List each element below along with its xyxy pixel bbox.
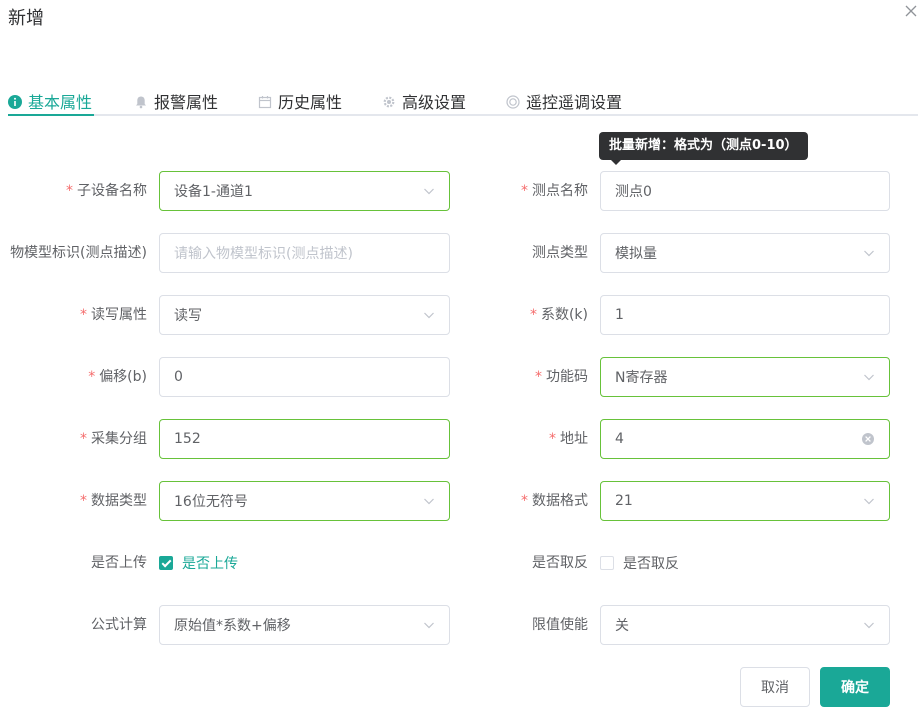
point-type-label: 测点类型 xyxy=(532,245,588,261)
gear-icon xyxy=(382,94,396,108)
data-format-select[interactable]: 21 xyxy=(600,481,890,521)
tab-advanced-settings[interactable]: 高级设置 xyxy=(382,86,466,116)
chevron-down-icon xyxy=(864,250,874,257)
info-icon xyxy=(8,94,22,109)
tab-alarm-attributes[interactable]: 报警属性 xyxy=(134,86,218,116)
batch-add-tooltip: 批量新增：格式为（测点0-10） xyxy=(599,132,808,165)
checkbox-checked-icon[interactable] xyxy=(159,556,173,570)
tab-label: 报警属性 xyxy=(154,93,219,112)
collect-group-input[interactable]: 152 xyxy=(159,419,450,459)
calendar-icon xyxy=(258,94,272,109)
tab-bar: 基本属性 报警属性 历史属性 高级设置 遥控遥调设置 xyxy=(8,86,918,116)
data-format-label: * 数据格式 xyxy=(521,493,588,509)
formula-select[interactable]: 原始值*系数+偏移 xyxy=(159,605,450,645)
confirm-button[interactable]: 确定 xyxy=(820,667,890,707)
chevron-down-icon xyxy=(864,622,874,629)
remote-icon xyxy=(506,94,520,109)
upload-label: 是否上传 xyxy=(91,555,147,571)
point-name-label: * 测点名称 xyxy=(521,183,588,199)
form-row: 是否上传 是否上传 是否取反 是否取反 xyxy=(0,543,922,583)
form-row: 物模型标识(测点描述) 请输入物模型标识(测点描述) 测点类型 模拟量 xyxy=(0,233,922,273)
form-row: * 偏移(b) 0 * 功能码 N寄存器 xyxy=(0,357,922,397)
upload-checkbox[interactable]: 是否上传 xyxy=(159,543,238,583)
invert-checkbox[interactable]: 是否取反 xyxy=(600,543,679,583)
sub-device-name-select[interactable]: 设备1-通道1 xyxy=(159,171,450,211)
model-id-input[interactable]: 请输入物模型标识(测点描述) xyxy=(159,233,450,273)
chevron-down-icon xyxy=(424,498,434,505)
offset-label: * 偏移(b) xyxy=(88,369,147,385)
chevron-down-icon xyxy=(424,188,434,195)
clear-icon[interactable] xyxy=(861,432,875,446)
offset-input[interactable]: 0 xyxy=(159,357,450,397)
chevron-down-icon xyxy=(424,312,434,319)
form-row: 公式计算 原始值*系数+偏移 限值使能 关 xyxy=(0,605,922,645)
function-code-label: * 功能码 xyxy=(535,369,588,385)
point-type-select[interactable]: 模拟量 xyxy=(600,233,890,273)
form-row: * 子设备名称 设备1-通道1 * 测点名称 测点0 xyxy=(0,171,922,211)
tab-remote-control-settings[interactable]: 遥控遥调设置 xyxy=(506,86,622,116)
function-code-select[interactable]: N寄存器 xyxy=(600,357,890,397)
form-row: * 数据类型 16位无符号 * 数据格式 21 xyxy=(0,481,922,521)
formula-label: 公式计算 xyxy=(91,617,147,633)
tab-label: 高级设置 xyxy=(402,93,467,112)
limit-enable-label: 限值使能 xyxy=(532,617,588,633)
tab-active-indicator xyxy=(8,114,94,116)
tab-label: 历史属性 xyxy=(278,93,343,112)
address-label: * 地址 xyxy=(549,431,588,447)
point-name-input[interactable]: 测点0 xyxy=(600,171,890,211)
chevron-down-icon xyxy=(864,374,874,381)
sub-device-name-label: * 子设备名称 xyxy=(66,183,147,199)
chevron-down-icon xyxy=(864,498,874,505)
coefficient-input[interactable]: 1 xyxy=(600,295,890,335)
address-input[interactable]: 4 xyxy=(600,419,890,459)
tab-label: 遥控遥调设置 xyxy=(526,93,623,112)
close-icon[interactable] xyxy=(904,4,918,18)
limit-enable-select[interactable]: 关 xyxy=(600,605,890,645)
chevron-down-icon xyxy=(424,622,434,629)
cancel-button[interactable]: 取消 xyxy=(740,667,810,707)
data-type-select[interactable]: 16位无符号 xyxy=(159,481,450,521)
form-row: * 采集分组 152 * 地址 4 xyxy=(0,419,922,459)
form-row: * 读写属性 读写 * 系数(k) 1 xyxy=(0,295,922,335)
dialog-title: 新增 xyxy=(8,8,44,29)
checkbox-unchecked-icon[interactable] xyxy=(600,556,614,570)
invert-label: 是否取反 xyxy=(532,555,588,571)
model-id-label: 物模型标识(测点描述) xyxy=(10,245,147,261)
coefficient-label: * 系数(k) xyxy=(529,307,588,323)
bell-icon xyxy=(134,94,148,109)
tab-basic-attributes[interactable]: 基本属性 xyxy=(8,86,92,116)
rw-attr-select[interactable]: 读写 xyxy=(159,295,450,335)
data-type-label: * 数据类型 xyxy=(80,493,147,509)
collect-group-label: * 采集分组 xyxy=(80,431,147,447)
tab-history-attributes[interactable]: 历史属性 xyxy=(258,86,342,116)
tab-label: 基本属性 xyxy=(28,93,93,112)
rw-attr-label: * 读写属性 xyxy=(80,307,147,323)
